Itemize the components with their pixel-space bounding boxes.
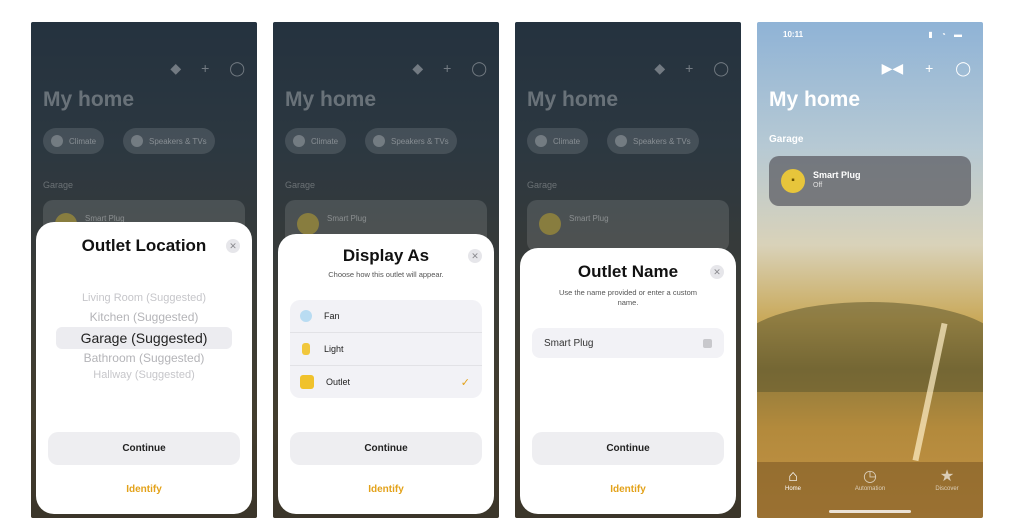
continue-button[interactable]: Continue (290, 432, 482, 465)
picker-row-selected[interactable]: Garage (Suggested) (48, 330, 240, 346)
checkmark-icon: ✓ (460, 376, 470, 389)
device-status: Off (813, 182, 823, 189)
picker-row[interactable]: Hallway (Suggested) (48, 369, 240, 381)
ellipsis-icon[interactable]: ◯ (955, 60, 971, 77)
room-picker[interactable]: Living Room (Suggested) Kitchen (Suggest… (48, 288, 240, 388)
climate-chip: Climate (43, 128, 105, 154)
option-fan[interactable]: Fan (290, 300, 482, 333)
waveform-icon: ◆ (412, 60, 424, 76)
screen-display-as: ◆ + ◯ My home Climate Speakers & TVs Garag… (273, 22, 499, 518)
option-light[interactable]: Light (290, 333, 482, 366)
status-icons: ▮ ◔ ▬ (928, 30, 965, 39)
plug-icon (297, 213, 319, 235)
outlet-name-sheet: Outlet Name ✕ Use the name provided or e… (520, 248, 736, 514)
thermometer-icon (293, 135, 305, 147)
tab-discover[interactable]: ★ Discover (917, 468, 977, 492)
clock-icon: ◷ (863, 468, 877, 485)
fan-icon (300, 310, 312, 322)
waveform-icon: ◆ (654, 60, 666, 76)
status-bar: 10:11 ▮ ◔ ▬ (783, 30, 965, 39)
thermometer-icon (51, 135, 63, 147)
picker-row[interactable]: Bathroom (Suggested) (48, 351, 240, 365)
option-outlet[interactable]: Outlet ✓ (290, 366, 482, 398)
plug-icon (539, 213, 561, 235)
section-label: Garage (43, 180, 74, 190)
status-time: 10:11 (783, 30, 804, 39)
plus-icon: + (685, 60, 694, 76)
sheet-title: Outlet Name (577, 262, 679, 281)
close-icon[interactable]: ✕ (468, 249, 482, 263)
home-title: My home (527, 88, 619, 111)
house-icon: ⌂ (788, 468, 798, 485)
climate-chip: Climate (527, 128, 589, 154)
sheet-subtitle: Use the name provided or enter a custom … (559, 288, 697, 307)
outlet-icon (300, 375, 314, 389)
plus-icon: + (201, 60, 210, 76)
device-card[interactable]: ▪ Smart Plug Off (769, 156, 971, 206)
identify-link[interactable]: Identify (278, 484, 494, 495)
tab-home[interactable]: ⌂ Home (763, 468, 823, 492)
identify-link[interactable]: Identify (36, 484, 252, 495)
screen-outlet-location: ◆ + ◯ My home Climate Speakers & TVs Garag… (31, 22, 257, 518)
section-label: Garage (285, 180, 316, 190)
section-label: Garage (769, 134, 804, 145)
close-icon[interactable]: ✕ (710, 265, 724, 279)
home-indicator[interactable] (829, 510, 911, 513)
outlet-icon: ▪ (781, 169, 805, 193)
display-as-sheet: Display As ✕ Choose how this outlet will… (278, 234, 494, 514)
close-icon[interactable]: ✕ (226, 239, 240, 253)
ellipsis-icon: ◯ (471, 60, 487, 76)
speakers-chip: Speakers & TVs (607, 128, 699, 154)
sheet-subtitle: Choose how this outlet will appear. (328, 270, 444, 279)
climate-chip: Climate (285, 128, 347, 154)
lightbulb-icon (302, 343, 310, 355)
ellipsis-icon: ◯ (229, 60, 245, 76)
thermometer-icon (535, 135, 547, 147)
continue-button[interactable]: Continue (532, 432, 724, 465)
waveform-icon[interactable]: ▶◀ (882, 60, 904, 77)
home-title: My home (769, 88, 861, 111)
tv-icon (373, 135, 385, 147)
plus-icon: + (443, 60, 452, 76)
star-icon: ★ (939, 468, 955, 485)
clear-icon[interactable] (703, 338, 712, 348)
identify-link[interactable]: Identify (520, 484, 736, 495)
waveform-icon: ◆ (170, 60, 182, 76)
home-title: My home (285, 88, 377, 111)
plus-icon[interactable]: + (925, 60, 933, 77)
wallpaper-hill (757, 302, 983, 392)
tv-icon (131, 135, 143, 147)
picker-row[interactable]: Kitchen (Suggested) (48, 310, 240, 324)
device-card: Smart Plug (527, 200, 729, 252)
ellipsis-icon: ◯ (713, 60, 729, 76)
section-label: Garage (527, 180, 558, 190)
speakers-chip: Speakers & TVs (123, 128, 215, 154)
device-name: Smart Plug (813, 170, 861, 180)
speakers-chip: Speakers & TVs (365, 128, 457, 154)
screen-outlet-name: ◆ + ◯ My home Climate Speakers & TVs Garag… (515, 22, 741, 518)
home-title: My home (43, 88, 135, 111)
outlet-name-field[interactable]: Smart Plug (532, 328, 724, 358)
sheet-title: Outlet Location (81, 236, 207, 255)
sheet-title: Display As (342, 246, 430, 265)
screen-home: 10:11 ▮ ◔ ▬ ▶◀ + ◯ My home Garage ▪ Smar… (757, 22, 983, 518)
location-sheet: Outlet Location ✕ Living Room (Suggested… (36, 222, 252, 514)
display-options: Fan Light Outlet ✓ (290, 300, 482, 398)
tab-bar: ⌂ Home ◷ Automation ★ Discover (757, 462, 983, 518)
continue-button[interactable]: Continue (48, 432, 240, 465)
tab-automation[interactable]: ◷ Automation (840, 468, 900, 492)
tv-icon (615, 135, 627, 147)
picker-row[interactable]: Living Room (Suggested) (48, 292, 240, 304)
